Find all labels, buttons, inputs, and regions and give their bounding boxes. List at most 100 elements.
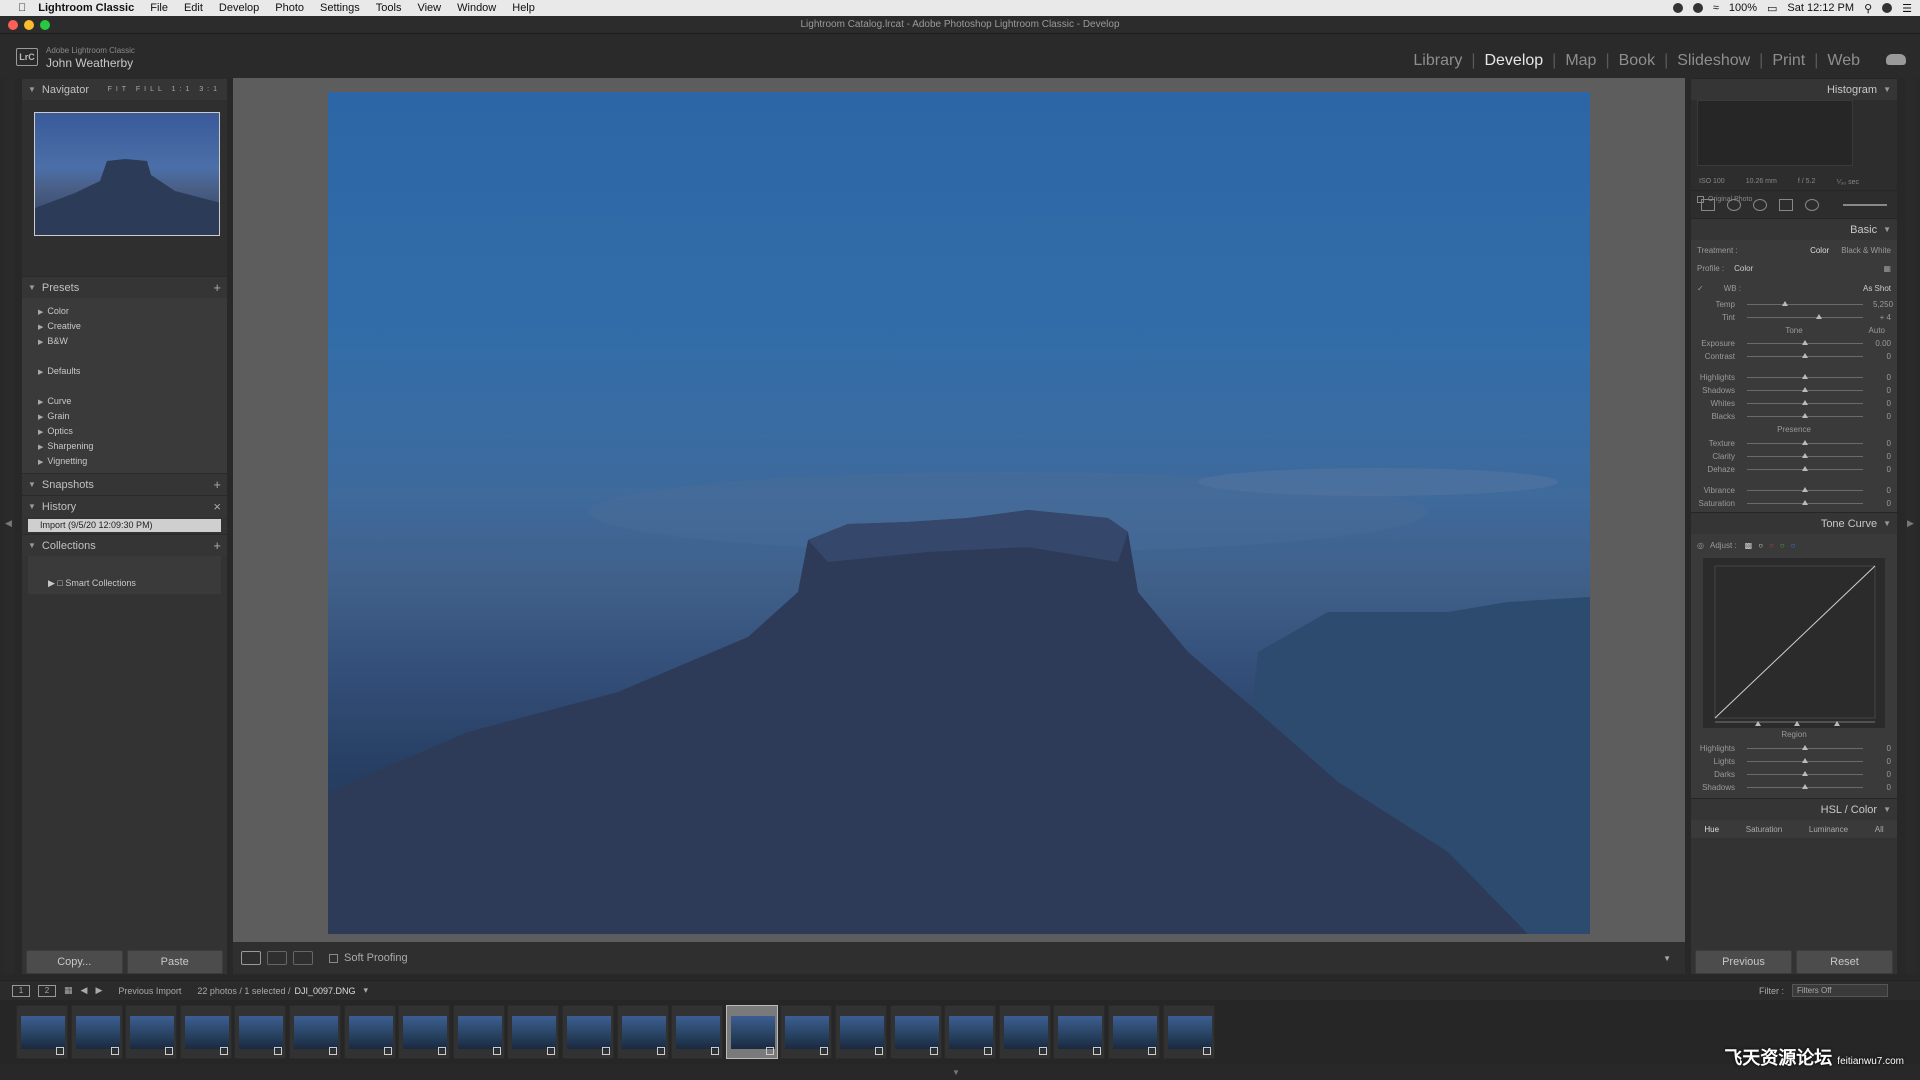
- hsl-header[interactable]: HSL / Color ▼: [1691, 798, 1897, 820]
- slider-value[interactable]: 0: [1873, 757, 1891, 766]
- slider-track[interactable]: [1747, 758, 1863, 763]
- module-web[interactable]: Web: [1827, 52, 1860, 70]
- filmstrip-thumbnail[interactable]: [725, 1005, 778, 1059]
- filmstrip-thumbnail[interactable]: [889, 1005, 942, 1059]
- slider-value[interactable]: 0.00: [1873, 339, 1891, 348]
- app-menu[interactable]: Lightroom Classic: [38, 2, 134, 14]
- add-snapshot-icon[interactable]: +: [213, 477, 221, 492]
- module-develop[interactable]: Develop: [1484, 52, 1543, 70]
- slider-value[interactable]: + 4: [1873, 313, 1891, 322]
- main-photo[interactable]: [328, 92, 1590, 934]
- add-collection-icon[interactable]: +: [213, 538, 221, 553]
- tab-luminance[interactable]: Luminance: [1809, 825, 1848, 834]
- slider-track[interactable]: [1747, 453, 1863, 458]
- preset-folder[interactable]: ▶ Sharpening: [38, 439, 227, 454]
- menu-photo[interactable]: Photo: [275, 2, 304, 14]
- menu-edit[interactable]: Edit: [184, 2, 203, 14]
- slider-thumb[interactable]: [1782, 301, 1789, 306]
- close-window-button[interactable]: [8, 20, 18, 30]
- graduated-filter-icon[interactable]: [1779, 198, 1793, 211]
- slider-value[interactable]: 0: [1873, 352, 1891, 361]
- slider-track[interactable]: [1747, 745, 1863, 750]
- curve-green-icon[interactable]: ○: [1780, 541, 1785, 550]
- slider-track[interactable]: [1747, 400, 1863, 405]
- soft-proofing-checkbox[interactable]: [329, 953, 338, 963]
- slider-track[interactable]: [1747, 340, 1863, 345]
- tab-hue[interactable]: Hue: [1704, 825, 1719, 834]
- slider-track[interactable]: [1747, 387, 1863, 392]
- module-book[interactable]: Book: [1619, 52, 1655, 70]
- menu-develop[interactable]: Develop: [219, 2, 259, 14]
- chevron-down-icon[interactable]: ▾: [364, 985, 369, 996]
- curve-blue-icon[interactable]: ○: [1791, 541, 1796, 550]
- preset-folder[interactable]: ▶ B&W: [38, 334, 227, 349]
- tab-all[interactable]: All: [1875, 825, 1884, 834]
- preset-folder[interactable]: ▶ Optics: [38, 424, 227, 439]
- wifi-icon[interactable]: ≈: [1713, 2, 1719, 14]
- slider-track[interactable]: [1747, 301, 1863, 306]
- histogram-header[interactable]: Histogram ▼: [1691, 78, 1897, 100]
- loupe-view-icon[interactable]: [241, 951, 261, 965]
- back-arrow-icon[interactable]: ◀: [81, 985, 88, 996]
- spotlight-icon[interactable]: ⚲: [1864, 2, 1872, 15]
- wb-dropdown[interactable]: As Shot: [1863, 284, 1891, 293]
- collections-header[interactable]: ▼ Collections +: [22, 534, 227, 556]
- slider-track[interactable]: [1747, 314, 1863, 319]
- preset-folder[interactable]: ▶ Creative: [38, 319, 227, 334]
- profile-browser-icon[interactable]: ▦: [1883, 264, 1891, 273]
- slider-value[interactable]: 0: [1873, 499, 1891, 508]
- history-header[interactable]: ▼ History ×: [22, 495, 227, 517]
- preset-folder[interactable]: ▶ Color: [38, 304, 227, 319]
- slider-thumb[interactable]: [1802, 758, 1808, 763]
- slider-thumb[interactable]: [1802, 400, 1808, 405]
- slider-thumb[interactable]: [1802, 784, 1808, 789]
- filmstrip-thumbnail[interactable]: [1162, 1005, 1215, 1059]
- filter-dropdown[interactable]: Filters Off: [1792, 984, 1888, 997]
- filmstrip-thumbnail[interactable]: [616, 1005, 669, 1059]
- filmstrip-thumbnail[interactable]: [507, 1005, 560, 1059]
- filmstrip-thumbnail[interactable]: [16, 1005, 68, 1059]
- bottom-panel-toggle-icon[interactable]: ▼: [952, 1068, 960, 1077]
- filmstrip-thumbnail[interactable]: [398, 1005, 451, 1059]
- minimize-window-button[interactable]: [24, 20, 34, 30]
- basic-header[interactable]: Basic ▼: [1691, 218, 1897, 240]
- filmstrip-thumbnail[interactable]: [452, 1005, 505, 1059]
- original-photo-checkbox[interactable]: [1697, 196, 1704, 203]
- slider-thumb[interactable]: [1802, 466, 1808, 471]
- reset-button[interactable]: Reset: [1796, 950, 1893, 974]
- slider-thumb[interactable]: [1802, 353, 1808, 358]
- cloud-icon[interactable]: [1886, 54, 1906, 65]
- slider-value[interactable]: 5,250: [1873, 300, 1893, 309]
- curve-point-icon[interactable]: ○: [1758, 541, 1763, 550]
- slider-thumb[interactable]: [1802, 487, 1808, 492]
- slider-thumb[interactable]: [1815, 314, 1822, 319]
- slider-track[interactable]: [1747, 353, 1863, 358]
- adjustment-brush-icon[interactable]: [1843, 203, 1887, 206]
- slider-track[interactable]: [1747, 374, 1863, 379]
- battery-level[interactable]: 100%: [1729, 2, 1757, 14]
- menu-tools[interactable]: Tools: [376, 2, 402, 14]
- menu-help[interactable]: Help: [512, 2, 535, 14]
- filmstrip-thumbnail[interactable]: [998, 1005, 1051, 1059]
- slider-track[interactable]: [1747, 413, 1863, 418]
- red-eye-icon[interactable]: [1753, 198, 1767, 211]
- slider-track[interactable]: [1747, 500, 1863, 505]
- treatment-color-option[interactable]: Color: [1810, 246, 1829, 255]
- slider-track[interactable]: [1747, 784, 1863, 789]
- filmstrip-thumbnail[interactable]: [289, 1005, 341, 1059]
- slider-value[interactable]: 0: [1873, 486, 1891, 495]
- slider-value[interactable]: 0: [1873, 452, 1891, 461]
- slider-track[interactable]: [1747, 487, 1863, 492]
- slider-value[interactable]: 0: [1873, 465, 1891, 474]
- menu-view[interactable]: View: [417, 2, 441, 14]
- soft-proofing-toggle[interactable]: Soft Proofing: [329, 952, 408, 964]
- filmstrip-thumbnail[interactable]: [70, 1005, 123, 1059]
- copy-button[interactable]: Copy...: [26, 950, 123, 974]
- preset-folder[interactable]: ▶ Vignetting: [38, 454, 227, 469]
- auto-tone-button[interactable]: Auto: [1869, 326, 1885, 335]
- slider-value[interactable]: 0: [1873, 373, 1891, 382]
- add-preset-icon[interactable]: +: [213, 280, 221, 295]
- module-slideshow[interactable]: Slideshow: [1677, 52, 1750, 70]
- slider-thumb[interactable]: [1802, 771, 1808, 776]
- second-window-icon[interactable]: 2: [38, 984, 56, 997]
